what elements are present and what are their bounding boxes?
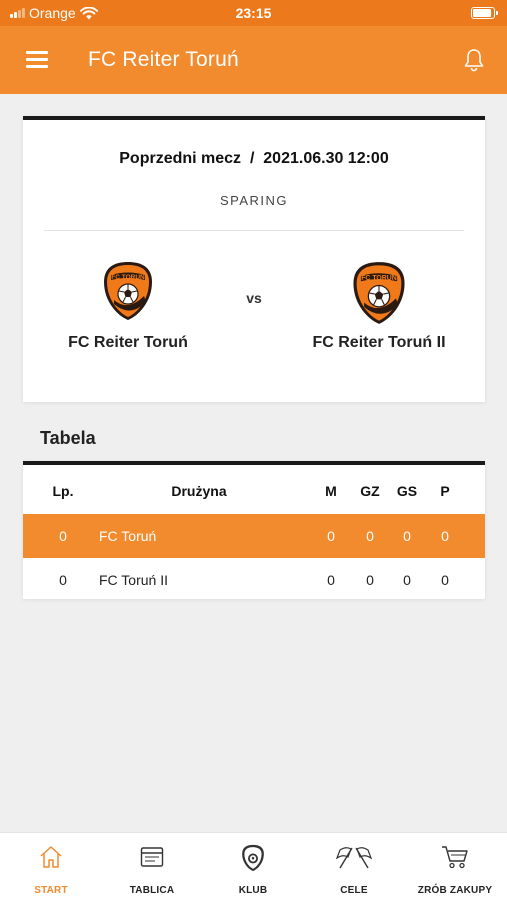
status-time: 23:15 [235, 5, 272, 21]
app-title: FC Reiter Toruń [88, 48, 239, 71]
header-team: Drużyna [171, 483, 227, 499]
status-bar: Orange 23:15 [0, 0, 507, 26]
table-row[interactable]: 0 FC Toruń II 0 0 0 0 [23, 558, 485, 602]
row-lp: 0 [59, 528, 67, 544]
divider [44, 230, 464, 231]
row-gz: 0 [366, 528, 374, 544]
bottom-nav: START TABLICA KLUB CELE ZRÓB ZAKUPY [0, 832, 507, 900]
header-p: P [440, 483, 450, 499]
row-m: 0 [327, 572, 335, 588]
nav-klub[interactable]: KLUB [203, 833, 303, 900]
home-team[interactable]: FC TORUŃ FC Reiter Toruń [28, 260, 228, 352]
row-p: 0 [441, 528, 449, 544]
row-gz: 0 [366, 572, 374, 588]
nav-start[interactable]: START [1, 833, 101, 900]
table-section-title: Tabela [40, 428, 96, 448]
away-team-name: FC Reiter Toruń II [312, 334, 446, 351]
svg-text:FC TORUŃ: FC TORUŃ [111, 272, 145, 281]
nav-label: ZRÓB ZAKUPY [417, 885, 493, 896]
nav-cele[interactable]: CELE [304, 833, 404, 900]
header-m: M [325, 483, 337, 499]
nav-tablica[interactable]: TABLICA [102, 833, 202, 900]
nav-zrob-zakupy[interactable]: ZRÓB ZAKUPY [405, 833, 505, 900]
svg-text:FC TORUŃ: FC TORUŃ [361, 273, 397, 282]
league-table: Lp. Drużyna M GZ GS P 0 FC Toruń 0 0 0 0… [23, 461, 485, 599]
nav-label: CELE [340, 885, 368, 896]
club-crest-icon [242, 844, 264, 872]
nav-label: KLUB [238, 885, 268, 896]
nav-label: START [34, 885, 68, 896]
home-icon [40, 846, 62, 868]
row-m: 0 [327, 528, 335, 544]
bell-icon[interactable] [463, 48, 485, 72]
row-p: 0 [441, 572, 449, 588]
header-lp: Lp. [52, 483, 74, 499]
table-header-row: Lp. Drużyna M GZ GS P [23, 469, 485, 513]
team-logo-icon: FC TORUŃ [353, 262, 405, 324]
menu-icon[interactable] [26, 51, 48, 69]
row-team: FC Toruń II [99, 572, 168, 588]
row-lp: 0 [59, 572, 67, 588]
cart-icon [442, 846, 468, 869]
header-gs: GS [396, 483, 418, 499]
board-icon [140, 847, 164, 867]
row-gs: 0 [403, 572, 411, 588]
match-header: Poprzedni mecz / 2021.06.30 12:00 [119, 150, 389, 167]
flags-icon [335, 847, 373, 869]
app-bar: FC Reiter Toruń [0, 26, 507, 94]
row-team: FC Toruń [99, 528, 157, 544]
table-row[interactable]: 0 FC Toruń 0 0 0 0 [23, 514, 485, 558]
away-team[interactable]: FC TORUŃ FC Reiter Toruń II [279, 260, 479, 352]
previous-match-card[interactable]: Poprzedni mecz / 2021.06.30 12:00 SPARIN… [23, 116, 485, 402]
header-gz: GZ [360, 483, 380, 499]
row-gs: 0 [403, 528, 411, 544]
battery-icon [471, 7, 498, 19]
nav-label: TABLICA [129, 885, 175, 896]
home-team-name: FC Reiter Toruń [68, 334, 188, 351]
match-type: SPARING [219, 193, 289, 208]
